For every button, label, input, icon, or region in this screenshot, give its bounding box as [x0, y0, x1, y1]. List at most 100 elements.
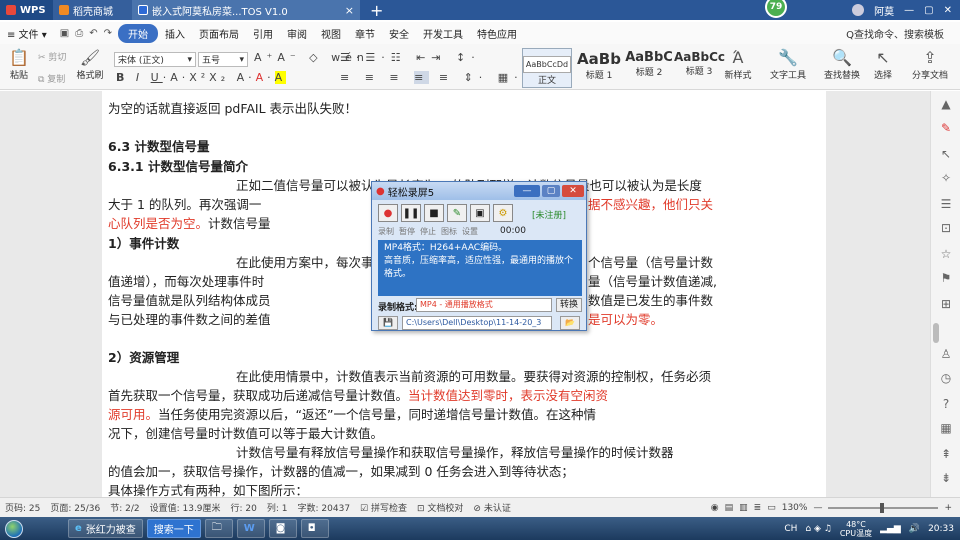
speed-badge[interactable]: 79 [765, 0, 787, 18]
new-style-button[interactable]: Ά 新样式 [718, 48, 758, 81]
font-style-tools[interactable]: B I U·A·X²X₂ A·A·A [116, 71, 287, 84]
print-icon[interactable]: ⎙ [75, 28, 83, 39]
new-tab-button[interactable]: + [360, 0, 393, 20]
tab-document[interactable]: 嵌入式阿莫私房菜...TOS V1.0 × [132, 0, 360, 20]
tab-developer[interactable]: 开发工具 [416, 26, 470, 41]
status-pages[interactable]: 页面: 25/36 [45, 501, 105, 514]
page-up-icon[interactable]: ⇞ [939, 447, 953, 461]
maximize-icon[interactable]: ▢ [924, 5, 933, 16]
spell-check[interactable]: ☑ 拼写检查 [355, 501, 412, 514]
share-button[interactable]: ⇪ 分享文档 [908, 48, 952, 81]
explorer-task[interactable]: 🗀 [204, 519, 233, 538]
zoom-in-icon[interactable]: + [944, 503, 952, 513]
doc-proof[interactable]: ⊡ 文档校对 [412, 501, 468, 514]
stop-icon[interactable]: ■ [424, 204, 444, 222]
status-section[interactable]: 节: 2/2 [105, 501, 144, 514]
page-down-icon[interactable]: ⇟ [939, 471, 953, 485]
list-tools[interactable]: ☰·☰·☷ ⇤⇥ ↕· [340, 51, 481, 64]
size-select[interactable]: 五号 ▾ [198, 52, 248, 67]
undo-icon[interactable]: ↶ [89, 28, 97, 39]
outline-view-icon[interactable]: ≣ [754, 503, 762, 513]
avatar[interactable] [852, 4, 865, 16]
status-page[interactable]: 页码: 25 [0, 501, 45, 514]
text-tools-button[interactable]: 🔧 文字工具 [766, 48, 810, 81]
eye-icon[interactable]: ◉ [711, 503, 719, 513]
screen-icon[interactable]: ▣ [470, 204, 490, 222]
tab-start[interactable]: 开始 [118, 23, 158, 43]
tab-chapter[interactable]: 章节 [348, 26, 382, 41]
pen-icon[interactable]: ✎ [447, 204, 467, 222]
convert-button[interactable]: 转换 [556, 298, 582, 312]
tab-insert[interactable]: 插入 [158, 26, 192, 41]
wps-writer-task[interactable]: W [236, 519, 265, 538]
tab-security[interactable]: 安全 [382, 26, 416, 41]
tab-featured[interactable]: 特色应用 [470, 26, 524, 41]
read-view-icon[interactable]: ▭ [767, 503, 776, 513]
recorder-maximize-button[interactable]: ▢ [542, 185, 560, 197]
output-path-field[interactable]: C:\Users\Dell\Desktop\11-14-20_3 [402, 316, 552, 330]
tab-view[interactable]: 视图 [314, 26, 348, 41]
folder-open-icon[interactable]: 📂 [560, 316, 580, 330]
user-name[interactable]: 阿莫 [874, 3, 894, 18]
backup-icon[interactable]: ⊡ [939, 221, 953, 235]
select-button[interactable]: ↖ 选择 [868, 48, 898, 81]
pointer-icon[interactable]: ↖ [939, 147, 953, 161]
table-icon[interactable]: ▦ [939, 421, 953, 435]
app-task-2[interactable]: ◘ [300, 519, 329, 538]
zoom-slider[interactable] [828, 502, 939, 513]
network-icon[interactable]: ▂▄▆ [880, 524, 901, 534]
person-icon[interactable]: ♙ [939, 347, 953, 361]
star-icon[interactable]: ☆ [939, 247, 953, 261]
style-heading-2[interactable]: AaBbC 标题 2 [624, 48, 674, 88]
status-col[interactable]: 列: 1 [262, 501, 293, 514]
status-setting[interactable]: 设置值: 13.9厘米 [145, 501, 226, 514]
find-replace-button[interactable]: 🔍 查找替换 [820, 48, 864, 81]
redo-icon[interactable]: ↷ [104, 28, 112, 39]
minimize-icon[interactable]: — [904, 5, 914, 16]
format-painter-button[interactable]: 🖌 格式刷 [76, 48, 104, 81]
paste-button[interactable]: 📋 粘贴 [6, 48, 32, 81]
zoom-knob[interactable] [880, 502, 885, 513]
edit-icon[interactable]: ✎ [939, 121, 953, 135]
tab-page-layout[interactable]: 页面布局 [192, 26, 246, 41]
record-icon[interactable]: ● [378, 204, 398, 222]
history-icon[interactable]: ◷ [939, 371, 953, 385]
style-heading-3[interactable]: AaBbCc 标题 3 [674, 48, 725, 88]
search-task[interactable]: 搜索一下 [146, 519, 201, 538]
tray-icons[interactable]: ⌂ ◈ ♫ [805, 524, 831, 534]
help-icon[interactable]: ? [939, 397, 953, 411]
style-icon[interactable]: ✧ [939, 171, 953, 185]
format-select[interactable]: MP4 - 通用播放格式 [416, 298, 552, 312]
lang-indicator[interactable]: CH [784, 524, 797, 534]
file-menu[interactable]: ≡ 文件 ▾ [0, 26, 54, 41]
nav-icon[interactable]: ⊞ [939, 297, 953, 311]
property-icon[interactable]: ☰ [939, 197, 953, 211]
recorder-minimize-button[interactable]: — [514, 185, 540, 197]
command-search[interactable]: Q查找命令、搜索模板 [846, 26, 960, 41]
zoom-level[interactable]: 130% [782, 503, 808, 513]
start-button[interactable] [0, 517, 28, 540]
pause-icon[interactable]: ❚❚ [401, 204, 421, 222]
close-tab-icon[interactable]: × [345, 4, 354, 17]
certification[interactable]: ⊘ 未认证 [468, 501, 515, 514]
settings-icon[interactable]: ⚙ [493, 204, 513, 222]
scrollbar-thumb[interactable] [933, 323, 939, 343]
zoom-out-icon[interactable]: — [813, 503, 822, 513]
style-heading-1[interactable]: AaBb 标题 1 [574, 48, 624, 88]
save-path-icon[interactable]: 💾 [378, 316, 398, 330]
style-normal[interactable]: AaBbCcDd 正文 [522, 48, 572, 88]
app-task-1[interactable]: ◙ [268, 519, 297, 538]
tab-wps[interactable]: WPS [0, 0, 52, 20]
volume-icon[interactable]: 🔊 [909, 524, 920, 534]
font-select[interactable]: 宋体 (正文) ▾ [114, 52, 196, 67]
copy-button[interactable]: ⧉ 复制 [38, 72, 65, 85]
status-row[interactable]: 行: 20 [226, 501, 262, 514]
close-window-icon[interactable]: ✕ [944, 5, 952, 16]
save-icon[interactable]: ▣ [60, 28, 69, 39]
page-view-icon[interactable]: ▤ [725, 503, 734, 513]
tab-review[interactable]: 审阅 [280, 26, 314, 41]
tab-references[interactable]: 引用 [246, 26, 280, 41]
web-view-icon[interactable]: ▥ [739, 503, 748, 513]
screen-recorder-window[interactable]: ● 轻松录屏5 — ▢ ✕ ● ❚❚ ■ ✎ ▣ ⚙ [未注册] 录制 暂停 停止图… [371, 181, 587, 331]
cut-button[interactable]: ✂ 剪切 [38, 50, 66, 63]
